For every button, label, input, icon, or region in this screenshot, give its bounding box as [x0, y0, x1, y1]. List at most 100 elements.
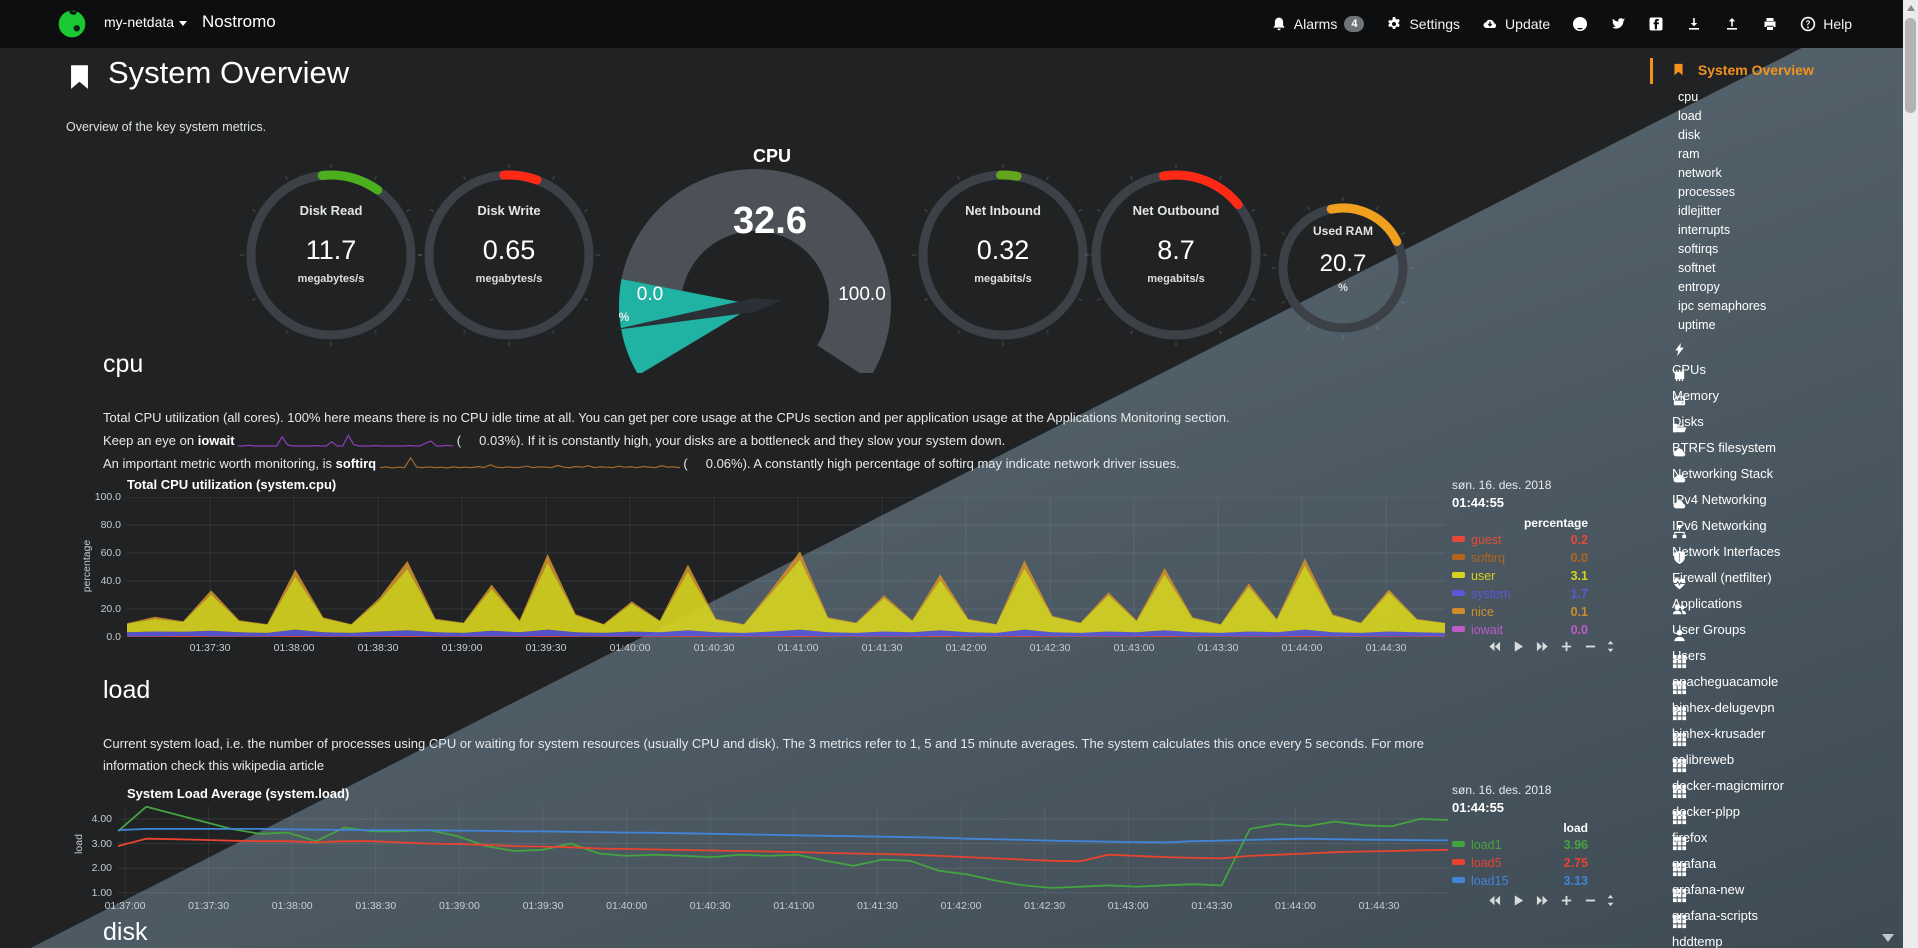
- cpu-xtick: 01:41:30: [847, 642, 917, 654]
- sidebar-item-idlejitter[interactable]: idlejitter: [1678, 202, 1900, 221]
- cpu-legend-row-softirq[interactable]: softirq0.0: [1452, 551, 1588, 567]
- minus-icon[interactable]: [1584, 640, 1597, 653]
- forward-icon[interactable]: [1536, 640, 1549, 653]
- load-xtick: 01:37:00: [90, 900, 160, 912]
- sidebar-item-softirqs[interactable]: softirqs: [1678, 240, 1900, 259]
- sidebar-item-network[interactable]: network: [1678, 164, 1900, 183]
- legend-series-name: softirq: [1471, 551, 1505, 565]
- hostname-dropdown[interactable]: my-netdata: [104, 14, 187, 30]
- netdata-dashboard: my-netdata Nostromo Alarms 4 Settings Up…: [0, 0, 1918, 948]
- gauge-disk-read[interactable]: Disk Read11.7megabytes/s: [237, 161, 425, 349]
- plus-icon[interactable]: [1560, 894, 1573, 907]
- help-button[interactable]: Help: [1800, 16, 1852, 32]
- load-legend-date: søn. 16. des. 2018: [1452, 783, 1602, 797]
- resize-icon[interactable]: [1604, 640, 1617, 653]
- load-xtick: 01:38:00: [257, 900, 327, 912]
- alarms-button[interactable]: Alarms 4: [1271, 16, 1365, 32]
- sidebar-item-load[interactable]: load: [1678, 107, 1900, 126]
- cpu-legend-row-user[interactable]: user3.1: [1452, 569, 1588, 585]
- cpu-xtick: 01:40:30: [679, 642, 749, 654]
- twitter-button[interactable]: [1610, 16, 1626, 32]
- sidebar-item-disk[interactable]: disk: [1678, 126, 1900, 145]
- scrollbar-thumb[interactable]: [1905, 18, 1916, 113]
- load-chart-title: System Load Average (system.load): [127, 786, 349, 801]
- cpu-xtick: 01:38:30: [343, 642, 413, 654]
- gauge-unit: megabits/s: [1082, 273, 1270, 285]
- import-snapshot-button[interactable]: [1724, 16, 1740, 32]
- sidebar-item-interrupts[interactable]: interrupts: [1678, 221, 1900, 240]
- bolt-icon: [1672, 342, 1687, 357]
- sidebar-item-uptime[interactable]: uptime: [1678, 316, 1900, 335]
- legend-swatch: [1452, 590, 1465, 596]
- load-legend-row-load15[interactable]: load153.13: [1452, 874, 1588, 890]
- gauge-net-outbound[interactable]: Net Outbound8.7megabits/s: [1082, 161, 1270, 349]
- sidebar-item-cpus[interactable]: CPUs: [1672, 342, 1900, 368]
- sidebar-item-ipc-semaphores[interactable]: ipc semaphores: [1678, 297, 1900, 316]
- cpu-legend-units: percentage: [1468, 516, 1588, 530]
- export-snapshot-button[interactable]: [1686, 16, 1702, 32]
- cpu-gauge[interactable]: [605, 143, 905, 373]
- section-heading-disk: disk: [103, 918, 147, 947]
- cpu-xtick: 01:43:00: [1099, 642, 1169, 654]
- play-icon[interactable]: [1512, 640, 1525, 653]
- minus-icon[interactable]: [1584, 894, 1597, 907]
- load-legend-row-load5[interactable]: load52.75: [1452, 856, 1588, 872]
- plus-icon[interactable]: [1560, 640, 1573, 653]
- resize-icon[interactable]: [1604, 894, 1617, 907]
- load-ytick: 3.00: [66, 838, 112, 850]
- cpu-legend-row-system[interactable]: system1.7: [1452, 587, 1588, 603]
- sidebar-scroll-down-icon[interactable]: [1882, 934, 1894, 942]
- sidebar-item-label: User Groups: [1672, 622, 1746, 637]
- play-icon[interactable]: [1512, 894, 1525, 907]
- cpu-gauge-value: 32.6: [690, 200, 850, 243]
- sidebar-item-memory[interactable]: Memory: [1672, 368, 1900, 394]
- sidebar-item-apacheguacamole[interactable]: apacheguacamole: [1672, 654, 1900, 680]
- forward-icon[interactable]: [1536, 894, 1549, 907]
- legend-series-name: user: [1471, 569, 1495, 583]
- softirq-keyword: softirq: [336, 456, 376, 471]
- netdata-logo-icon[interactable]: [56, 8, 88, 40]
- section-heading-load: load: [103, 676, 150, 705]
- legend-series-name: load1: [1471, 838, 1502, 852]
- sidebar-item-label: docker-plpp: [1672, 804, 1740, 819]
- series-load5: [118, 839, 1448, 862]
- cpu-chart-plot[interactable]: [127, 497, 1445, 637]
- sidebar-item-processes[interactable]: processes: [1678, 183, 1900, 202]
- sidebar-item-softnet[interactable]: softnet: [1678, 259, 1900, 278]
- sidebar-item-cpu[interactable]: cpu: [1678, 88, 1900, 107]
- sidebar-item-btrfs-filesystem[interactable]: BTRFS filesystem: [1672, 420, 1900, 446]
- gauge-net-inbound[interactable]: Net Inbound0.32megabits/s: [909, 161, 1097, 349]
- scrollbar-up-icon[interactable]: [1907, 5, 1915, 11]
- gauge-used-ram[interactable]: Used RAM20.7%: [1269, 194, 1417, 342]
- load-legend-row-load1[interactable]: load13.96: [1452, 838, 1588, 854]
- sidebar-item-entropy[interactable]: entropy: [1678, 278, 1900, 297]
- backward-icon[interactable]: [1488, 894, 1501, 907]
- grid-icon: [1672, 654, 1687, 669]
- iowait-keyword: iowait: [198, 433, 235, 448]
- update-button[interactable]: Update: [1482, 16, 1550, 32]
- legend-swatch: [1452, 841, 1465, 847]
- page-scrollbar[interactable]: [1903, 0, 1918, 948]
- legend-swatch: [1452, 572, 1465, 578]
- cpu-legend-row-nice[interactable]: nice0.1: [1452, 605, 1588, 621]
- print-button[interactable]: [1762, 16, 1778, 32]
- sidebar-main-list: CPUsMemoryDisksBTRFS filesystemNetworkin…: [1650, 342, 1900, 940]
- sidebar-item-ram[interactable]: ram: [1678, 145, 1900, 164]
- settings-button[interactable]: Settings: [1386, 16, 1460, 32]
- load-chart-plot[interactable]: [118, 806, 1448, 896]
- cpu-legend-row-guest[interactable]: guest0.2: [1452, 533, 1588, 549]
- backward-icon[interactable]: [1488, 640, 1501, 653]
- sidebar-item-system-overview[interactable]: System Overview: [1650, 56, 1900, 84]
- github-button[interactable]: [1572, 16, 1588, 32]
- cpu-legend-row-iowait[interactable]: iowait0.0: [1452, 623, 1588, 639]
- load-xtick: 01:39:30: [508, 900, 578, 912]
- print-icon: [1762, 16, 1778, 32]
- gauge-value: 0.32: [909, 235, 1097, 266]
- load-legend-units: load: [1468, 821, 1588, 835]
- gauge-disk-write[interactable]: Disk Write0.65megabytes/s: [415, 161, 603, 349]
- help-label: Help: [1823, 16, 1852, 32]
- question-icon: [1800, 16, 1816, 32]
- cpu-xtick: 01:39:30: [511, 642, 581, 654]
- gauge-unit: megabits/s: [909, 273, 1097, 285]
- facebook-button[interactable]: [1648, 16, 1664, 32]
